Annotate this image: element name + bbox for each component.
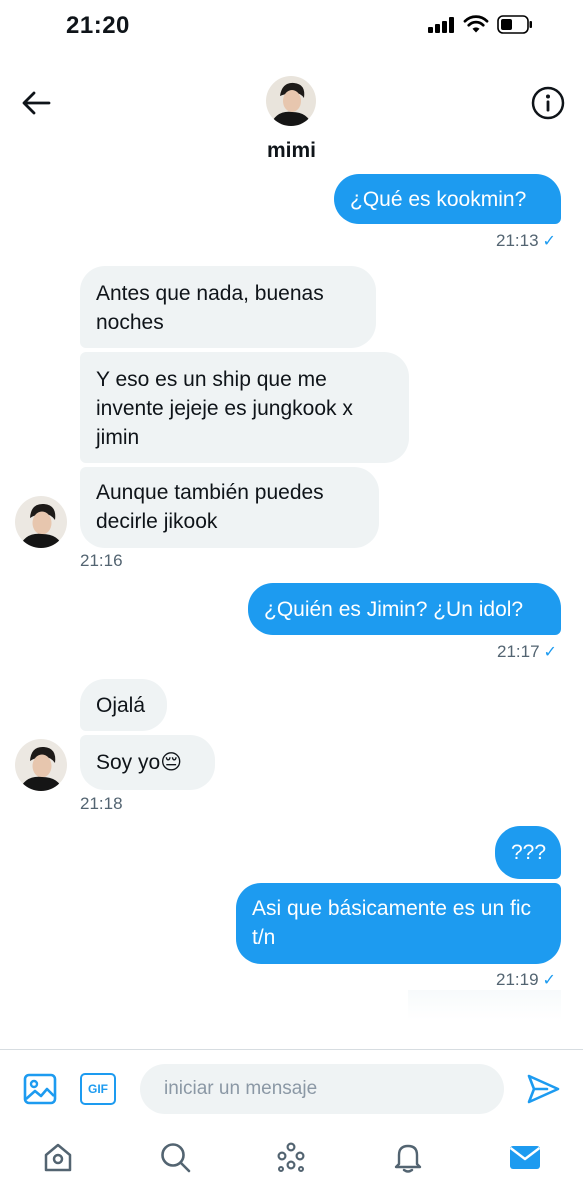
message-bubble-incoming[interactable]: Antes que nada, buenas noches [80, 266, 376, 348]
home-icon [44, 1143, 72, 1172]
message-timestamp: 21:13 ✓ [496, 231, 556, 251]
status-time: 21:20 [66, 12, 130, 39]
check-icon: ✓ [542, 233, 556, 250]
battery-icon [497, 15, 532, 34]
wifi-icon [463, 15, 489, 33]
search-icon [161, 1143, 191, 1173]
message-input[interactable] [140, 1064, 504, 1114]
image-icon [23, 1073, 57, 1105]
sender-avatar[interactable] [15, 739, 67, 791]
message-timestamp: 21:19 ✓ [496, 970, 556, 990]
info-button[interactable] [531, 86, 565, 120]
send-icon [527, 1074, 560, 1104]
message-time: 21:19 [496, 970, 539, 989]
contact-name[interactable]: mimi [0, 139, 583, 163]
mail-icon [509, 1146, 541, 1169]
signal-icon [428, 17, 458, 33]
bell-icon [394, 1144, 422, 1173]
sender-avatar[interactable] [15, 496, 67, 548]
message-time: 21:16 [80, 551, 123, 570]
message-time: 21:13 [496, 231, 539, 250]
spaces-icon [277, 1142, 305, 1172]
message-bubble-outgoing[interactable]: ¿Quién es Jimin? ¿Un idol? [248, 583, 561, 635]
composer-divider [0, 1049, 583, 1050]
check-icon: ✓ [542, 972, 556, 989]
check-icon: ✓ [543, 644, 557, 661]
tab-messages[interactable] [507, 1138, 543, 1176]
gif-button[interactable]: GIF [80, 1073, 116, 1105]
message-bubble-outgoing[interactable]: ¿Qué es kookmin? [334, 174, 561, 224]
message-timestamp: 21:17 ✓ [497, 642, 557, 662]
typing-area-shadow [408, 990, 561, 1020]
tab-home[interactable] [40, 1138, 76, 1176]
message-time: 21:18 [80, 794, 123, 813]
contact-avatar[interactable] [266, 76, 316, 126]
message-bubble-incoming[interactable]: Soy yo😔 [80, 735, 215, 790]
tab-notifications[interactable] [390, 1138, 426, 1176]
message-bubble-incoming[interactable]: Aunque también puedes decirle jikook [80, 467, 379, 548]
message-time: 21:17 [497, 642, 540, 661]
message-bubble-outgoing[interactable]: Asi que básicamente es un fic t/n [236, 883, 561, 964]
message-bubble-outgoing[interactable]: ??? [495, 826, 561, 879]
send-button[interactable] [525, 1072, 561, 1106]
info-icon [531, 86, 565, 120]
message-bubble-incoming[interactable]: Ojalá [80, 679, 167, 731]
tab-search[interactable] [157, 1138, 193, 1176]
arrow-left-icon [22, 91, 51, 115]
message-bubble-incoming[interactable]: Y eso es un ship que me invente jejeje e… [80, 352, 409, 463]
tab-spaces[interactable] [273, 1138, 309, 1176]
back-button[interactable] [18, 86, 54, 120]
add-image-button[interactable] [22, 1071, 58, 1107]
